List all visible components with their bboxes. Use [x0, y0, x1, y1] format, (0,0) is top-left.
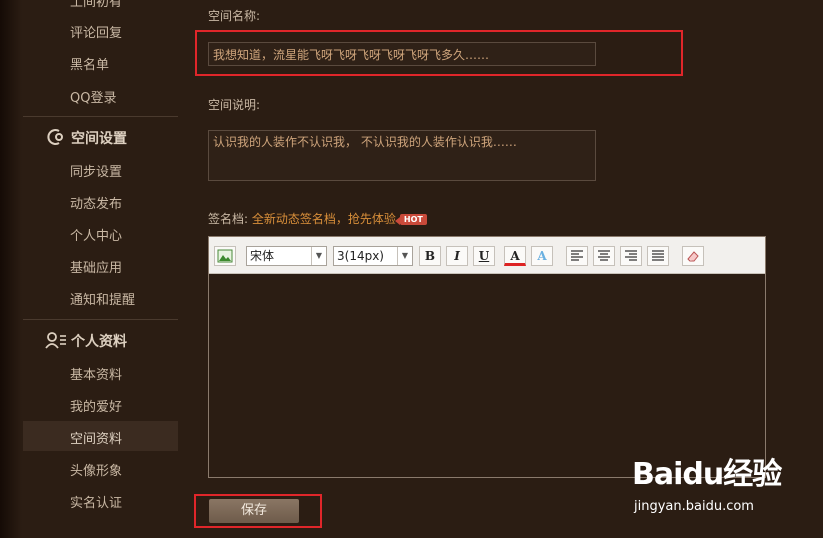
font-size-value: 3(14px) [337, 249, 384, 263]
highlight-box-save [194, 494, 322, 528]
font-color-button[interactable]: A [504, 246, 526, 266]
sidebar-item-basic-apps[interactable]: 基础应用 [70, 257, 122, 276]
hot-badge: HOT [394, 214, 427, 225]
sidebar-divider [23, 116, 178, 117]
bold-button[interactable]: B [419, 246, 441, 266]
align-left-icon [571, 250, 583, 261]
align-left-button[interactable] [566, 246, 588, 266]
watermark-url: jingyan.baidu.com [634, 499, 754, 514]
underline-button[interactable]: U [473, 246, 495, 266]
section-space-title: 空间设置 [71, 131, 127, 147]
sidebar-item-notifications[interactable]: 通知和提醒 [70, 289, 135, 308]
align-center-button[interactable] [593, 246, 615, 266]
chevron-down-icon: ▼ [397, 247, 412, 265]
profile-icon [45, 331, 66, 353]
insert-image-button[interactable] [214, 246, 236, 266]
align-right-icon [625, 250, 637, 261]
sidebar-item-feed-publish[interactable]: 动态发布 [70, 193, 122, 212]
chevron-down-icon: ▼ [311, 247, 326, 265]
sidebar-item-sync[interactable]: 同步设置 [70, 161, 122, 180]
align-right-button[interactable] [620, 246, 642, 266]
sidebar-item-avatar[interactable]: 头像形象 [70, 460, 122, 479]
space-desc-textarea[interactable]: 认识我的人装作不认识我， 不认识我的人装作认识我…… [208, 130, 596, 181]
font-size-select[interactable]: 3(14px) ▼ [333, 246, 413, 266]
highlight-color-button[interactable]: A [531, 246, 553, 266]
sidebar-item-qq-login[interactable]: QQ登录 [70, 87, 116, 106]
highlight-box-name [195, 30, 683, 76]
clear-format-button[interactable] [682, 246, 704, 266]
sidebar-item-space-info[interactable]: 空间资料 [70, 428, 122, 447]
space-name-label: 空间名称: [208, 9, 261, 23]
signature-editor[interactable]: 宋体 ▼ 3(14px) ▼ B I U A A [208, 236, 766, 478]
editor-toolbar: 宋体 ▼ 3(14px) ▼ B I U A A [209, 237, 765, 274]
align-center-icon [598, 250, 610, 261]
font-family-value: 宋体 [250, 249, 275, 263]
watermark-brand: Baidu经验 [632, 457, 782, 492]
sidebar-item-partial[interactable]: 土间初有 [70, 0, 122, 10]
justify-button[interactable] [647, 246, 669, 266]
sidebar-item-personal-center[interactable]: 个人中心 [70, 225, 122, 244]
sidebar-item-basic-info[interactable]: 基本资料 [70, 364, 122, 383]
sidebar-shade [0, 0, 22, 538]
eraser-icon [687, 251, 699, 262]
space-desc-label: 空间说明: [208, 98, 261, 112]
section-profile: 个人资料 [45, 331, 127, 353]
sidebar-item-real-name[interactable]: 实名认证 [70, 492, 122, 511]
section-space-settings: 空间设置 [45, 128, 127, 150]
section-profile-title: 个人资料 [71, 334, 127, 350]
sidebar-divider [23, 319, 178, 320]
baidu-jingyan-watermark: Baidu经验 jingyan.baidu.com [632, 449, 812, 521]
signature-promo-link[interactable]: 全新动态签名档，抢先体验 [252, 212, 396, 226]
font-family-select[interactable]: 宋体 ▼ [246, 246, 327, 266]
sidebar: 土间初有 评论回复 黑名单 QQ登录 空间设置 同步设置 动态发布 个人中心 基… [0, 0, 190, 538]
italic-button[interactable]: I [446, 246, 468, 266]
sidebar-item-hobbies[interactable]: 我的爱好 [70, 396, 122, 415]
space-settings-icon [45, 128, 65, 150]
justify-icon [652, 250, 664, 261]
sidebar-item-comment-reply[interactable]: 评论回复 [70, 22, 122, 41]
signature-row: 签名档: 全新动态签名档，抢先体验 HOT [208, 210, 427, 227]
sidebar-item-blacklist[interactable]: 黑名单 [70, 54, 109, 73]
signature-label: 签名档: [208, 212, 249, 226]
